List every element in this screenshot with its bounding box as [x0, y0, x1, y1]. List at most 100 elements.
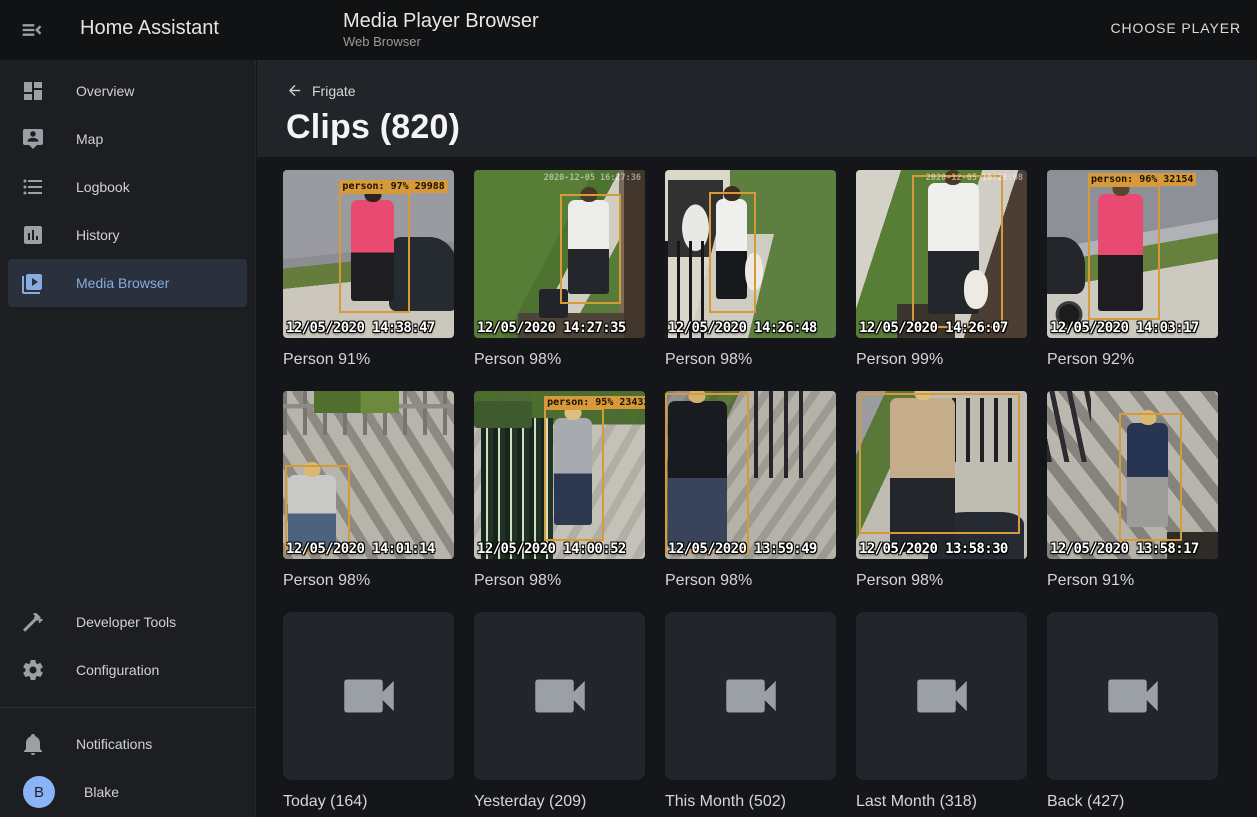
sidebar-item-label: Media Browser: [76, 275, 169, 291]
folder-label: Back (427): [1047, 792, 1218, 811]
video-camera-icon: [718, 663, 784, 729]
tooltip-account-icon: [21, 127, 45, 151]
clip-thumbnail: 2020-12-05 16:27:36 12/05/2020 14:27:35: [474, 170, 645, 338]
camera-osd-timestamp: 2020-12-05 16:27:36: [544, 173, 641, 183]
detection-bbox: person: 96% 32154: [1088, 185, 1160, 319]
detection-box-label: person: 96% 32154: [1088, 173, 1196, 186]
camera-osd-timestamp: 2020-12-05 16:26:08: [926, 173, 1023, 183]
sidebar-item-profile[interactable]: B Blake: [8, 768, 247, 816]
page-header-block: Media Player Browser Web Browser: [343, 9, 539, 50]
clip-label: Person 91%: [1047, 571, 1218, 590]
avatar: B: [23, 776, 55, 808]
clips-grid: person: 97% 29988 12/05/2020 14:38:47 Pe…: [257, 157, 1257, 811]
clip-label: Person 98%: [665, 571, 836, 590]
user-name: Blake: [84, 784, 119, 800]
folder-card-yesterday[interactable]: Yesterday (209): [474, 612, 645, 811]
sidebar-item-logbook[interactable]: Logbook: [8, 163, 247, 211]
gear-icon: [21, 658, 45, 682]
video-camera-icon: [336, 663, 402, 729]
clip-card[interactable]: 12/05/2020 14:01:14 Person 98%: [283, 391, 454, 590]
sidebar-item-map[interactable]: Map: [8, 115, 247, 163]
clip-timestamp: 12/05/2020 13:59:49: [668, 540, 817, 558]
clip-card[interactable]: 12/05/2020 13:59:49 Person 98%: [665, 391, 836, 590]
clip-thumbnail: 12/05/2020 13:58:30: [856, 391, 1027, 559]
sidebar-item-overview[interactable]: Overview: [8, 67, 247, 115]
folder-card-this-month[interactable]: This Month (502): [665, 612, 836, 811]
chart-box-icon: [21, 223, 45, 247]
sidebar-item-label: Configuration: [76, 662, 159, 678]
clip-timestamp: 12/05/2020 14:00:52: [477, 540, 626, 558]
bell-icon: [21, 732, 45, 756]
page-title: Clips (820): [286, 108, 1257, 147]
clip-thumbnail: person: 97% 29988 12/05/2020 14:38:47: [283, 170, 454, 338]
video-camera-icon: [1100, 663, 1166, 729]
folder-label: Last Month (318): [856, 792, 1027, 811]
clip-timestamp: 12/05/2020 14:38:47: [286, 319, 435, 337]
sidebar-item-label: History: [76, 227, 120, 243]
detection-bbox: [1119, 413, 1182, 541]
clip-card[interactable]: person: 96% 32154 12/05/2020 14:03:17 Pe…: [1047, 170, 1218, 369]
folder-label: Today (164): [283, 792, 454, 811]
clip-label: Person 91%: [283, 350, 454, 369]
clip-card[interactable]: person: 95% 23432 12/05/2020 14:00:52 Pe…: [474, 391, 645, 590]
sidebar-item-history[interactable]: History: [8, 211, 247, 259]
sidebar-item-configuration[interactable]: Configuration: [8, 646, 247, 694]
folder-label: Yesterday (209): [474, 792, 645, 811]
app-title: Home Assistant: [80, 17, 219, 40]
folder-thumbnail: [856, 612, 1027, 780]
clip-card[interactable]: 2020-12-05 16:27:36 12/05/2020 14:27:35 …: [474, 170, 645, 369]
clip-timestamp: 12/05/2020 14:01:14: [286, 540, 435, 558]
clip-thumbnail: 12/05/2020 14:01:14: [283, 391, 454, 559]
content-header: Frigate Clips (820): [257, 60, 1257, 157]
detection-bbox: [912, 175, 1003, 328]
clip-card[interactable]: 12/05/2020 14:26:48 Person 98%: [665, 170, 836, 369]
sidebar-toggle-icon[interactable]: [18, 16, 46, 44]
clip-thumbnail: person: 96% 32154 12/05/2020 14:03:17: [1047, 170, 1218, 338]
clip-timestamp: 12/05/2020 13:58:17: [1050, 540, 1199, 558]
detection-bbox: [859, 393, 1020, 534]
detection-bbox: [665, 393, 749, 554]
clip-timestamp: 12/05/2020 14:27:35: [477, 319, 626, 337]
breadcrumb[interactable]: Frigate: [286, 82, 356, 99]
folder-card-today[interactable]: Today (164): [283, 612, 454, 811]
clip-thumbnail: 12/05/2020 13:59:49: [665, 391, 836, 559]
clip-thumbnail: 2020-12-05 16:26:08 12/05/2020 14:26:07: [856, 170, 1027, 338]
folder-card-last-month[interactable]: Last Month (318): [856, 612, 1027, 811]
folder-thumbnail: [665, 612, 836, 780]
clip-timestamp: 12/05/2020 14:26:07: [859, 319, 1008, 337]
clip-timestamp: 12/05/2020 14:03:17: [1050, 319, 1199, 337]
detection-bbox: [560, 194, 622, 305]
sidebar-item-notifications[interactable]: Notifications: [8, 720, 247, 768]
folder-thumbnail: [283, 612, 454, 780]
app-bar: Home Assistant Media Player Browser Web …: [0, 0, 1257, 60]
sidebar-item-label: Notifications: [76, 736, 152, 752]
detection-bbox: person: 95% 23432: [544, 408, 604, 541]
sidebar-item-media-browser[interactable]: Media Browser: [8, 259, 247, 307]
browser-subtitle: Web Browser: [343, 33, 539, 50]
format-list-bulleted-icon: [21, 175, 45, 199]
clip-label: Person 98%: [474, 350, 645, 369]
detection-box-label: person: 95% 23432: [544, 396, 645, 409]
clip-label: Person 98%: [474, 571, 645, 590]
hammer-icon: [21, 610, 45, 634]
clip-card[interactable]: 2020-12-05 16:26:08 12/05/2020 14:26:07 …: [856, 170, 1027, 369]
clip-label: Person 98%: [665, 350, 836, 369]
detection-bbox: person: 97% 29988: [339, 192, 409, 313]
detection-box-label: person: 97% 29988: [339, 180, 447, 193]
clip-label: Person 98%: [856, 571, 1027, 590]
sidebar-item-developer-tools[interactable]: Developer Tools: [8, 598, 247, 646]
browser-title: Media Player Browser: [343, 9, 539, 33]
media-browser-content: Frigate Clips (820) person: 97% 29988 12…: [257, 60, 1257, 817]
clip-card[interactable]: 12/05/2020 13:58:17 Person 91%: [1047, 391, 1218, 590]
folder-card-back[interactable]: Back (427): [1047, 612, 1218, 811]
clip-thumbnail: 12/05/2020 13:58:17: [1047, 391, 1218, 559]
clip-label: Person 98%: [283, 571, 454, 590]
sidebar-item-label: Logbook: [76, 179, 130, 195]
choose-player-button[interactable]: CHOOSE PLAYER: [1111, 20, 1241, 36]
video-camera-icon: [527, 663, 593, 729]
detection-bbox: [709, 192, 755, 313]
sidebar: Overview Map Logbook History Media Brows…: [0, 60, 256, 817]
clip-card[interactable]: person: 97% 29988 12/05/2020 14:38:47 Pe…: [283, 170, 454, 369]
clip-card[interactable]: 12/05/2020 13:58:30 Person 98%: [856, 391, 1027, 590]
clip-thumbnail: 12/05/2020 14:26:48: [665, 170, 836, 338]
